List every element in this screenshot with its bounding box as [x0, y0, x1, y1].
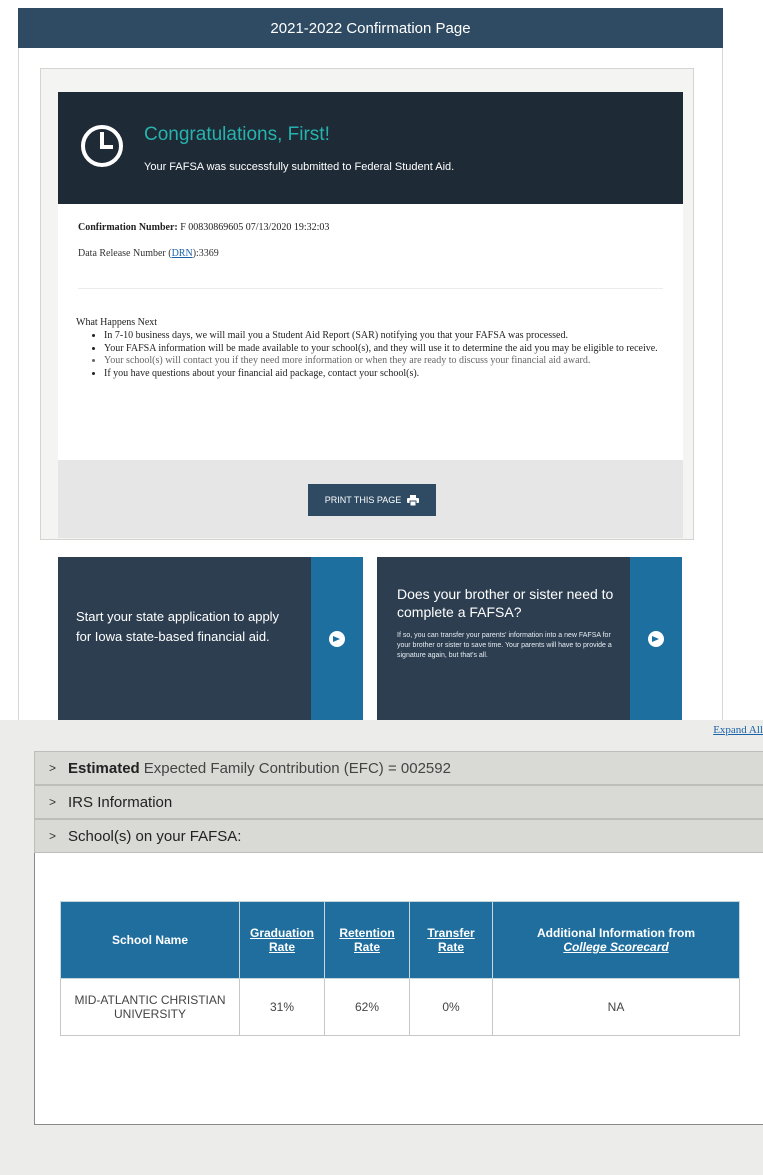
printer-icon: [407, 494, 420, 506]
sibling-fafsa-text: If so, you can transfer your parents' in…: [397, 632, 612, 659]
list-item: Your FAFSA information will be made avai…: [104, 343, 679, 356]
sibling-fafsa-heading: Does your brother or sister need to comp…: [397, 586, 614, 620]
print-page-button[interactable]: PRINT THIS PAGE: [308, 484, 436, 516]
college-scorecard-link: College Scorecard: [563, 940, 669, 954]
congrats-heading: Congratulations, First!: [144, 124, 330, 145]
confirmation-details: Confirmation Number: F 00830869605 07/13…: [58, 204, 683, 460]
irs-information-accordion[interactable]: > IRS Information: [34, 785, 763, 819]
efc-label: Expected Family Contribution (EFC) = 002…: [143, 759, 451, 777]
next-steps-list: In 7-10 business days, we will mail you …: [90, 330, 679, 380]
list-item: In 7-10 business days, we will mail you …: [104, 330, 679, 343]
schools-label: School(s) on your FAFSA:: [68, 827, 242, 845]
state-application-promo[interactable]: Start your state application to apply fo…: [58, 557, 363, 720]
confirmation-number: Confirmation Number: F 00830869605 07/13…: [78, 222, 329, 233]
print-area: PRINT THIS PAGE: [58, 460, 683, 538]
clock-icon: [81, 125, 123, 167]
schools-panel: School Name Graduation Rate Retention Ra…: [34, 853, 763, 1125]
confirmation-screenshot: 2021-2022 Confirmation Page Congratulati…: [0, 0, 763, 720]
chevron-right-icon: >: [49, 761, 57, 775]
page-title: 2021-2022 Confirmation Page: [270, 19, 471, 37]
additional-info-header[interactable]: Additional Information from College Scor…: [492, 901, 740, 979]
confirmation-number-value: F 00830869605 07/13/2020 19:32:03: [180, 222, 330, 233]
drn-value: ):3369: [192, 248, 219, 259]
table-header-row: School Name Graduation Rate Retention Ra…: [60, 901, 740, 979]
expand-all-link[interactable]: Expand All: [713, 724, 763, 736]
retention-rate-header[interactable]: Retention Rate: [324, 901, 410, 979]
schools-accordion[interactable]: > School(s) on your FAFSA:: [34, 819, 763, 853]
arrow-right-icon: [648, 630, 664, 647]
print-button-label: PRINT THIS PAGE: [324, 495, 402, 505]
list-item: Your school(s) will contact you if they …: [104, 355, 679, 368]
success-banner: Congratulations, First! Your FAFSA was s…: [58, 92, 683, 204]
chevron-right-icon: >: [49, 829, 57, 843]
graduation-rate-cell: 31%: [239, 978, 325, 1036]
graduation-rate-header[interactable]: Graduation Rate: [239, 901, 325, 979]
additional-info-cell: NA: [492, 978, 740, 1036]
sibling-fafsa-arrow-button[interactable]: [630, 557, 682, 720]
efc-estimated-label: Estimated: [68, 759, 140, 777]
list-item: If you have questions about your financi…: [104, 368, 679, 381]
drn-link[interactable]: DRN: [172, 248, 193, 259]
page-header: 2021-2022 Confirmation Page: [18, 8, 723, 48]
transfer-rate-header[interactable]: Transfer Rate: [409, 901, 493, 979]
drn-label: Data Release Number (: [78, 248, 172, 259]
transfer-rate-cell: 0%: [409, 978, 493, 1036]
table-row: MID-ATLANTIC CHRISTIAN UNIVERSITY 31% 62…: [60, 978, 740, 1036]
arrow-right-icon: [329, 630, 345, 647]
efc-accordion[interactable]: > Estimated Expected Family Contribution…: [34, 751, 763, 785]
divider: [78, 288, 663, 289]
confirmation-number-label: Confirmation Number:: [78, 222, 178, 233]
state-application-arrow-button[interactable]: [311, 557, 363, 720]
submitted-message: Your FAFSA was successfully submitted to…: [144, 161, 455, 173]
chevron-right-icon: >: [49, 795, 57, 809]
schools-table: School Name Graduation Rate Retention Ra…: [60, 901, 740, 1036]
irs-information-label: IRS Information: [68, 793, 173, 811]
state-application-text: Start your state application to apply fo…: [76, 609, 280, 644]
next-steps-title: What Happens Next: [76, 317, 158, 328]
sibling-fafsa-promo[interactable]: Does your brother or sister need to comp…: [377, 557, 682, 720]
school-name-header: School Name: [60, 901, 240, 979]
data-release-number: Data Release Number (DRN):3369: [78, 248, 219, 259]
summary-screenshot: Expand All > Estimated Expected Family C…: [0, 720, 763, 1175]
retention-rate-cell: 62%: [324, 978, 410, 1036]
school-name-cell: MID-ATLANTIC CHRISTIAN UNIVERSITY: [60, 978, 240, 1036]
